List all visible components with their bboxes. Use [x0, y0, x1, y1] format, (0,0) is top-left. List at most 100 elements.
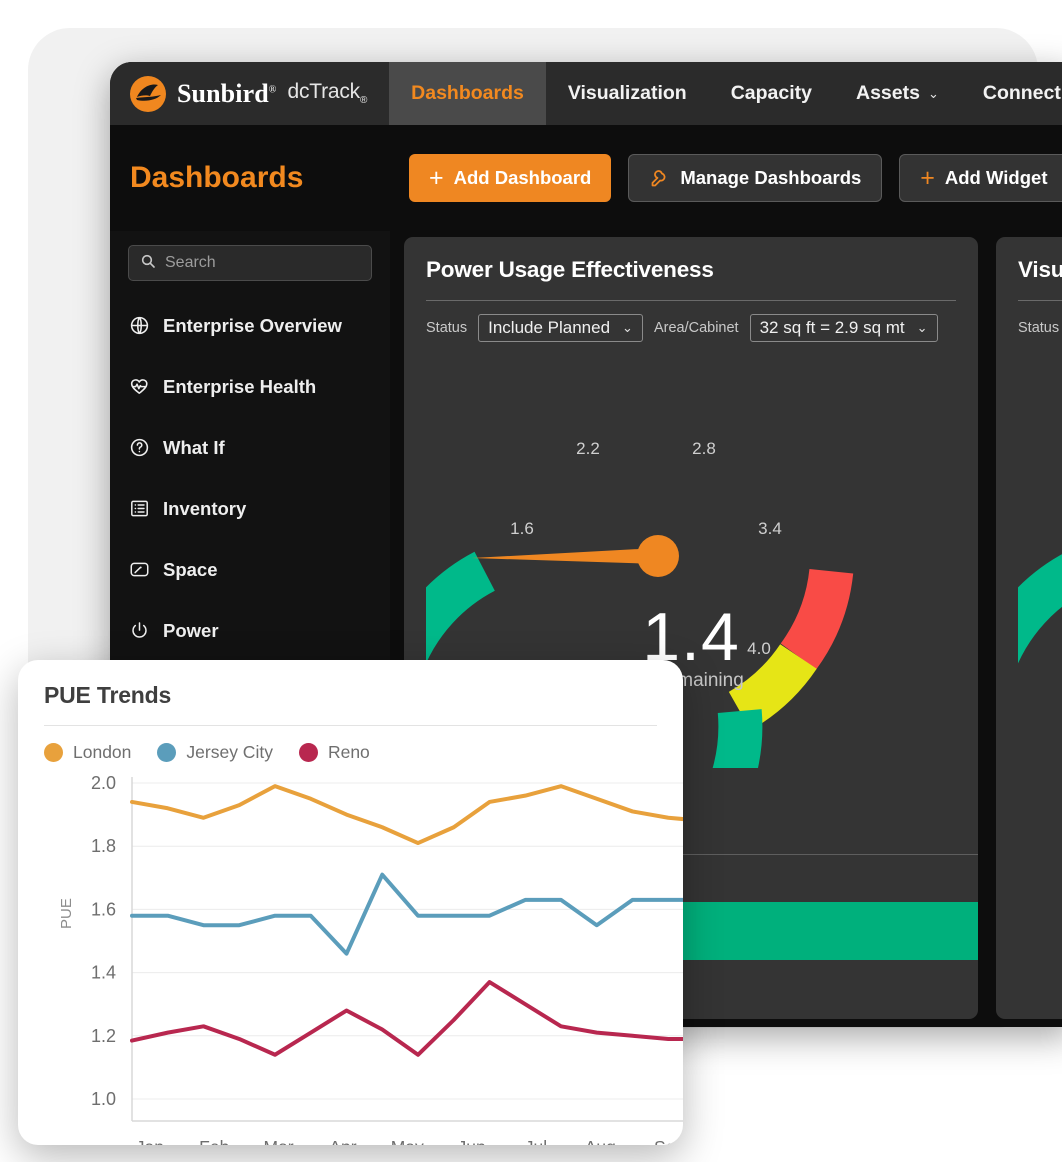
select-value: Include Planned: [488, 318, 610, 338]
globe-icon: [128, 315, 150, 337]
pue-trends-card: PUE Trends London Jersey City Reno PUE 1…: [18, 660, 683, 1145]
select-value: 32 sq ft = 2.9 sq mt: [760, 318, 905, 338]
nav-label: Visualization: [568, 82, 687, 105]
gauge-svg: [1018, 348, 1062, 768]
brand-name: Sunbird®: [177, 79, 276, 109]
viz-gauge: [1018, 348, 1062, 768]
nav-item-capacity[interactable]: Capacity: [709, 62, 834, 125]
sidebar-item-what-if[interactable]: What If: [128, 417, 372, 478]
y-axis-tick: 1.2: [91, 1026, 116, 1046]
sidebar-item-label: Inventory: [163, 498, 246, 520]
screenshot-root: Sunbird® dcTrack® Dashboards Visualizati…: [0, 0, 1062, 1162]
divider: [44, 725, 657, 726]
area-cabinet-filter-select[interactable]: 32 sq ft = 2.9 sq mt ⌄: [750, 314, 938, 342]
y-axis-tick: 1.6: [91, 899, 116, 919]
widget-filters: Status Include Planned ⌄ Area/Cabinet 32…: [426, 314, 956, 342]
chart-series-jersey-city: [132, 875, 683, 954]
legend-item-jersey-city[interactable]: Jersey City: [157, 742, 273, 763]
sidebar-item-power[interactable]: Power: [128, 600, 372, 661]
button-label: Add Dashboard: [454, 167, 592, 189]
y-axis-tick: 1.0: [91, 1089, 116, 1109]
question-circle-icon: [128, 437, 150, 459]
chart-legend: London Jersey City Reno: [44, 742, 683, 763]
gauge-icon: [128, 559, 150, 581]
legend-color-swatch: [157, 743, 176, 762]
sidebar-item-label: What If: [163, 437, 225, 459]
gauge-tick-2: 2.2: [576, 439, 600, 458]
sidebar-item-enterprise-overview[interactable]: Enterprise Overview: [128, 295, 372, 356]
button-label: Add Widget: [945, 167, 1048, 189]
top-navigation-bar: Sunbird® dcTrack® Dashboards Visualizati…: [110, 62, 1062, 125]
gauge-tick-4: 3.4: [758, 519, 782, 538]
nav-item-assets[interactable]: Assets ⌄: [834, 62, 961, 125]
widget-filters: Status: [1018, 314, 1062, 342]
sidebar-item-inventory[interactable]: Inventory: [128, 478, 372, 539]
nav-items: Dashboards Visualization Capacity Assets…: [389, 62, 1062, 125]
search-icon: [140, 253, 156, 274]
add-dashboard-button[interactable]: + Add Dashboard: [409, 154, 611, 202]
widget-visualization: Visua Status: [996, 237, 1062, 1019]
chart-series-reno: [132, 982, 683, 1055]
divider: [426, 300, 956, 301]
sidebar-item-label: Enterprise Overview: [163, 315, 342, 337]
page-toolbar: Dashboards + Add Dashboard Manage Dashbo…: [110, 125, 1062, 231]
sunbird-bird-icon: [130, 76, 166, 112]
wrench-icon: [649, 168, 670, 189]
y-axis-tick: 2.0: [91, 773, 116, 793]
nav-label: Connectivity: [983, 82, 1062, 105]
sidebar-item-label: Space: [163, 559, 218, 581]
x-axis-tick: Jul: [525, 1137, 547, 1145]
heart-pulse-icon: [128, 376, 150, 398]
chevron-down-icon: ⌄: [622, 320, 633, 336]
legend-item-reno[interactable]: Reno: [299, 742, 370, 763]
brand-logo[interactable]: Sunbird® dcTrack®: [110, 62, 389, 125]
list-icon: [128, 498, 150, 520]
y-axis-tick: 1.8: [91, 836, 116, 856]
search-placeholder: Search: [165, 254, 216, 272]
x-axis-tick: Se: [654, 1137, 675, 1145]
divider: [1018, 300, 1062, 301]
legend-label: Reno: [328, 742, 370, 763]
nav-label: Assets: [856, 82, 920, 105]
legend-label: London: [73, 742, 131, 763]
power-icon: [128, 620, 150, 642]
widget-title: Power Usage Effectiveness: [426, 257, 956, 283]
sidebar-item-space[interactable]: Space: [128, 539, 372, 600]
nav-item-visualization[interactable]: Visualization: [546, 62, 709, 125]
manage-dashboards-button[interactable]: Manage Dashboards: [628, 154, 882, 202]
page-title: Dashboards: [130, 161, 392, 195]
x-axis-tick: May: [391, 1137, 424, 1145]
y-axis-tick: 1.4: [91, 963, 116, 983]
legend-label: Jersey City: [186, 742, 273, 763]
x-axis-tick: Jan: [136, 1137, 164, 1145]
nav-item-connectivity[interactable]: Connectivity ⌄: [961, 62, 1062, 125]
legend-color-swatch: [44, 743, 63, 762]
plus-icon: +: [920, 166, 935, 191]
chevron-down-icon: ⌄: [928, 86, 939, 102]
chart-series-london: [132, 786, 683, 843]
plus-icon: +: [429, 166, 444, 191]
search-input[interactable]: Search: [128, 245, 372, 281]
y-axis-title: PUE: [58, 898, 75, 929]
legend-color-swatch: [299, 743, 318, 762]
legend-item-london[interactable]: London: [44, 742, 131, 763]
x-axis-tick: Feb: [199, 1137, 229, 1145]
add-widget-button[interactable]: + Add Widget ⌄: [899, 154, 1062, 202]
nav-label: Capacity: [731, 82, 812, 105]
gauge-tick-3: 2.8: [692, 439, 716, 458]
nav-item-dashboards[interactable]: Dashboards: [389, 62, 546, 125]
status-filter-label: Status: [1018, 320, 1059, 336]
status-filter-label: Status: [426, 320, 467, 336]
x-axis-tick: Jun: [458, 1137, 486, 1145]
x-axis-tick: Mar: [264, 1137, 294, 1145]
area-cabinet-filter-label: Area/Cabinet: [654, 320, 739, 336]
status-filter-select[interactable]: Include Planned ⌄: [478, 314, 643, 342]
product-name: dcTrack®: [287, 80, 367, 106]
gauge-needle: [472, 535, 679, 577]
sidebar-item-label: Enterprise Health: [163, 376, 316, 398]
sidebar-item-enterprise-health[interactable]: Enterprise Health: [128, 356, 372, 417]
widget-title: Visua: [1018, 257, 1062, 283]
nav-label: Dashboards: [411, 82, 524, 105]
chevron-down-icon: ⌄: [917, 320, 928, 336]
line-chart: PUE 1.01.21.41.61.82.0JanFebMarAprMayJun…: [44, 769, 683, 1145]
